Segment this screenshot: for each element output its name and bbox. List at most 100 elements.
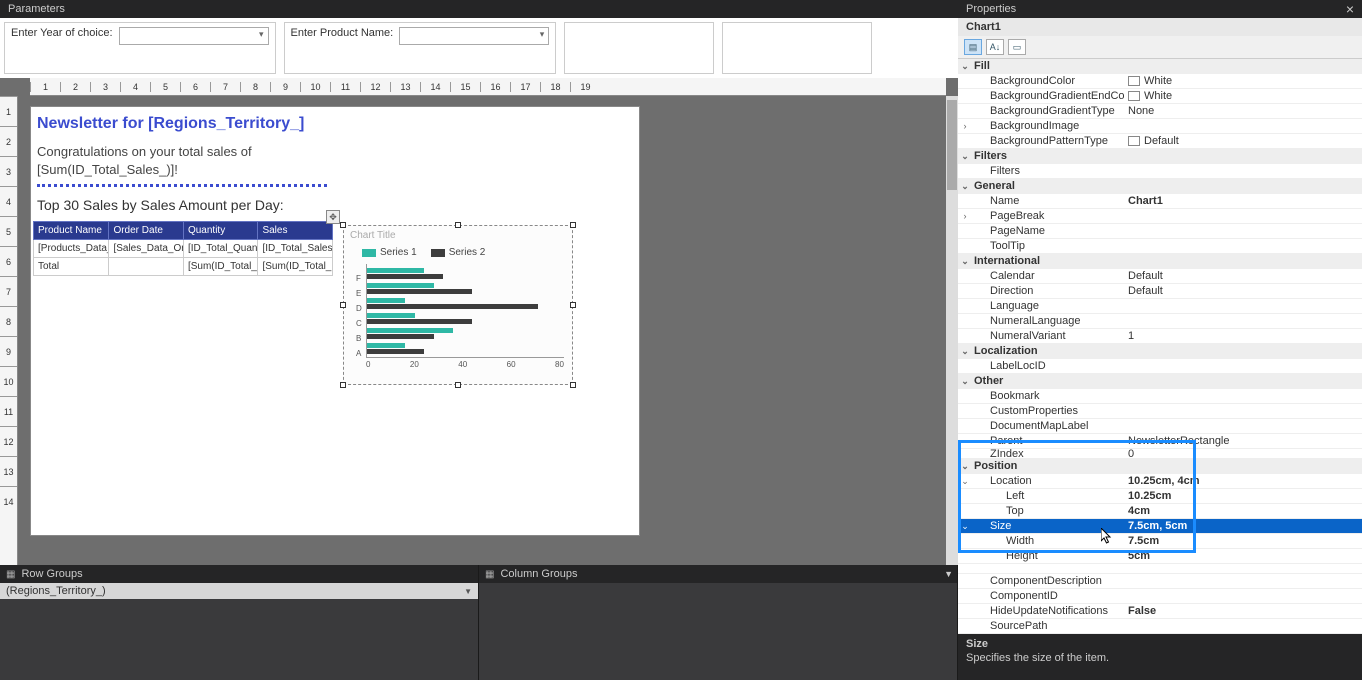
properties-description: Size Specifies the size of the item. xyxy=(958,634,1362,680)
prop-cat-localization: ⌄Localization xyxy=(958,344,1362,359)
prop-cat-other: ⌄Other xyxy=(958,374,1362,389)
parameters-title: Parameters xyxy=(8,3,65,15)
vertical-scrollbar[interactable] xyxy=(946,96,958,565)
chart-ycat: D xyxy=(356,304,362,313)
report-congrats[interactable]: Congratulations on your total sales of [… xyxy=(31,137,639,180)
prop-bggradtype: BackgroundGradientTypeNone xyxy=(958,104,1362,119)
prop-componentdesc: ComponentDescription xyxy=(958,574,1362,589)
row-groups-title: Row Groups xyxy=(21,568,82,580)
data-table[interactable]: Product Name Order Date Quantity Sales [… xyxy=(33,221,333,276)
groups-panel: ▦ Row Groups (Regions_Territory_) ▼ ▦ Co… xyxy=(0,565,958,680)
legend-swatch-2 xyxy=(431,249,445,257)
vertical-ruler: 1234567891011121314 xyxy=(0,96,18,565)
alphabetical-button[interactable]: A↓ xyxy=(986,39,1004,55)
color-swatch xyxy=(1128,91,1140,101)
prop-componentid: ComponentID xyxy=(958,589,1362,604)
prop-tooltip: ToolTip xyxy=(958,239,1362,254)
prop-bgpattype: BackgroundPatternTypeDefault xyxy=(958,134,1362,149)
report-canvas[interactable]: Newsletter for [Regions_Territory_] Cong… xyxy=(30,106,640,536)
prop-numeralvariant: NumeralVariant1 xyxy=(958,329,1362,344)
prop-height: Height5cm xyxy=(958,549,1362,564)
param-product-input[interactable] xyxy=(399,27,549,45)
resize-handle[interactable] xyxy=(570,382,576,388)
property-pages-button[interactable]: ▭ xyxy=(1008,39,1026,55)
table-header-row: Product Name Order Date Quantity Sales xyxy=(34,222,333,240)
th-orderdate[interactable]: Order Date xyxy=(109,222,184,240)
param-empty-2[interactable] xyxy=(722,22,872,74)
th-sales[interactable]: Sales xyxy=(258,222,333,240)
prop-pagebreak: ›PageBreak xyxy=(958,209,1362,224)
resize-handle[interactable] xyxy=(455,222,461,228)
column-groups-dropdown-icon[interactable]: ▼ xyxy=(944,569,953,579)
row-group-item[interactable]: (Regions_Territory_) ▼ xyxy=(0,583,478,599)
legend-item-2: Series 2 xyxy=(431,247,486,258)
color-swatch xyxy=(1128,76,1140,86)
param-year-label: Enter Year of choice: xyxy=(11,27,113,39)
param-year-cell: Enter Year of choice: xyxy=(4,22,276,74)
prop-location: ⌄Location10.25cm, 4cm xyxy=(958,474,1362,489)
prop-cat-international: ⌄International xyxy=(958,254,1362,269)
legend-swatch-1 xyxy=(362,249,376,257)
chart-plot xyxy=(366,264,564,358)
chart-ycat: C xyxy=(356,319,362,328)
chart-xaxis: 020406080 xyxy=(344,358,572,369)
legend-item-1: Series 1 xyxy=(362,247,417,258)
prop-width: Width7.5cm xyxy=(958,534,1362,549)
th-quantity[interactable]: Quantity xyxy=(183,222,258,240)
row-groups-icon: ▦ xyxy=(6,569,15,580)
properties-panel: Properties × Chart1 ▤ A↓ ▭ ⌄Fill Backgro… xyxy=(958,0,1362,680)
column-groups-header: ▦ Column Groups ▼ xyxy=(479,565,957,583)
param-empty-1[interactable] xyxy=(564,22,714,74)
prop-cat-filters: ⌄Filters xyxy=(958,149,1362,164)
prop-cat-position: ⌄Position xyxy=(958,459,1362,474)
table-row: Total [Sum(ID_Total_Q [Sum(ID_Total_ xyxy=(34,258,333,276)
param-year-input[interactable] xyxy=(119,27,269,45)
chart-ycat: E xyxy=(356,289,361,298)
parameters-panel: Parameters Enter Year of choice: Enter P… xyxy=(0,0,958,78)
row-groups-col: ▦ Row Groups (Regions_Territory_) ▼ xyxy=(0,565,479,680)
report-title[interactable]: Newsletter for [Regions_Territory_] xyxy=(31,107,639,137)
desc-title: Size xyxy=(966,638,1354,650)
column-groups-title: Column Groups xyxy=(500,568,577,580)
prop-sourcepath: SourcePath xyxy=(958,619,1362,634)
desc-text: Specifies the size of the item. xyxy=(966,652,1109,664)
chart-title[interactable]: Chart Title xyxy=(344,226,572,245)
prop-filters: Filters xyxy=(958,164,1362,179)
properties-object-name[interactable]: Chart1 xyxy=(958,18,1362,36)
th-product[interactable]: Product Name xyxy=(34,222,109,240)
parameters-header: Parameters xyxy=(0,0,958,18)
categorized-button[interactable]: ▤ xyxy=(964,39,982,55)
properties-grid[interactable]: ⌄Fill BackgroundColorWhite BackgroundGra… xyxy=(958,59,1362,634)
prop-zindex: ZIndex0 xyxy=(958,449,1362,459)
properties-toolbar: ▤ A↓ ▭ xyxy=(958,36,1362,59)
resize-handle[interactable] xyxy=(570,302,576,308)
prop-name: NameChart1 xyxy=(958,194,1362,209)
resize-handle[interactable] xyxy=(340,302,346,308)
prop-direction: DirectionDefault xyxy=(958,284,1362,299)
parameters-body: Enter Year of choice: Enter Product Name… xyxy=(0,18,958,78)
move-handle-icon[interactable]: ✥ xyxy=(326,210,340,224)
prop-customproperties: CustomProperties xyxy=(958,404,1362,419)
color-swatch xyxy=(1128,136,1140,146)
chart-object[interactable]: ✥ Chart Title Series 1 Seri xyxy=(343,225,573,385)
prop-bggradendcolor: BackgroundGradientEndColorWhite xyxy=(958,89,1362,104)
design-surface[interactable]: 12345678910111213141516171819 1234567891… xyxy=(0,78,958,565)
properties-title: Properties xyxy=(966,3,1016,15)
prop-pagename: PageName xyxy=(958,224,1362,239)
congrats-line1: Congratulations on your total sales of xyxy=(37,144,252,159)
prop-size: ⌄Size7.5cm, 5cm xyxy=(958,519,1362,534)
row-groups-header: ▦ Row Groups xyxy=(0,565,478,583)
resize-handle[interactable] xyxy=(340,382,346,388)
prop-hideupdate: HideUpdateNotificationsFalse xyxy=(958,604,1362,619)
dotted-separator xyxy=(37,184,327,187)
resize-handle[interactable] xyxy=(570,222,576,228)
column-groups-col: ▦ Column Groups ▼ xyxy=(479,565,958,680)
close-icon[interactable]: × xyxy=(1346,4,1354,14)
resize-handle[interactable] xyxy=(340,222,346,228)
resize-handle[interactable] xyxy=(455,382,461,388)
table-row: [Products_Data_ [Sales_Data_Ord [ID_Tota… xyxy=(34,240,333,258)
param-product-label: Enter Product Name: xyxy=(291,27,394,39)
row-group-dropdown-icon[interactable]: ▼ xyxy=(464,587,472,596)
chart-legend[interactable]: Series 1 Series 2 xyxy=(344,245,572,262)
prop-calendar: CalendarDefault xyxy=(958,269,1362,284)
